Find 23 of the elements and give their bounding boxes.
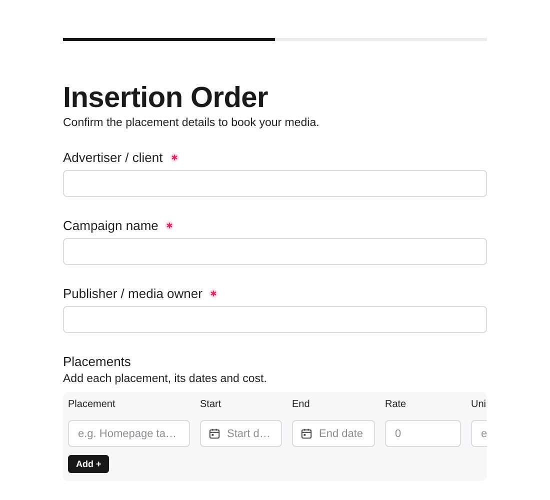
add-button[interactable]: Add + bbox=[68, 455, 110, 473]
column-header: Start bbox=[200, 399, 222, 412]
text-field[interactable] bbox=[63, 170, 487, 197]
field-label: Advertiser / client bbox=[63, 150, 163, 164]
column-header: Uni bbox=[471, 399, 487, 412]
section-heading: Placements bbox=[63, 354, 132, 369]
column-header: End bbox=[292, 399, 311, 412]
input-field[interactable]: e.g. Homepage ta… bbox=[68, 420, 190, 447]
field-label: Publisher / media owner bbox=[63, 286, 202, 300]
page-title: Insertion Order bbox=[63, 81, 269, 115]
field-label: Campaign name bbox=[63, 218, 158, 232]
section-description: Add each placement, its dates and cost. bbox=[63, 373, 268, 385]
calendar-icon bbox=[301, 428, 312, 439]
date-field[interactable]: End date bbox=[292, 420, 375, 447]
input-field[interactable]: 0 bbox=[385, 420, 461, 447]
column-header: Rate bbox=[385, 399, 408, 412]
page-subtitle: Confirm the placement details to book your media. bbox=[63, 117, 320, 129]
text-field[interactable] bbox=[63, 306, 487, 333]
input-field[interactable]: e bbox=[471, 420, 487, 447]
column-header: Placement bbox=[68, 399, 116, 412]
date-field[interactable]: Start d… bbox=[200, 420, 282, 447]
calendar-icon bbox=[209, 428, 220, 439]
text-field[interactable] bbox=[63, 238, 487, 265]
